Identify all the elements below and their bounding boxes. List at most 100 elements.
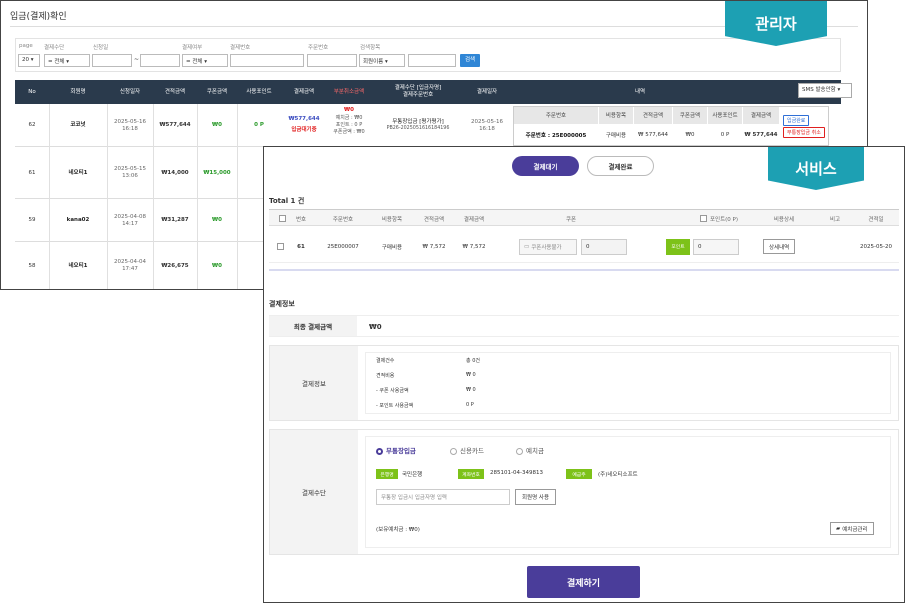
sub-header: 결제금액 xyxy=(743,107,779,124)
holder-tag: 예금주 xyxy=(566,469,592,479)
sub-header: 사용포인트 xyxy=(708,107,742,124)
col-header: 주문번호 xyxy=(332,216,354,223)
used-point: 0 P xyxy=(254,122,264,128)
detail-button[interactable]: 상세내역 xyxy=(763,239,796,254)
section-title: 결제정보 xyxy=(269,300,295,308)
service-table-header: 번호 주문번호 비용항목 견적금액 결제금액 쿠폰 포인트(0 P) 비용상세 … xyxy=(269,209,899,226)
col-header: 내역 xyxy=(634,88,646,95)
coupon-amount: ₩0 xyxy=(212,122,222,128)
col-header: 결제수단 [입금자명] 결제주문번호 xyxy=(394,85,442,98)
info-value: 0 P xyxy=(466,402,474,408)
request-date: 2025-05-16 16:18 xyxy=(114,118,146,132)
ticket-icon: ▭ xyxy=(524,243,530,250)
sub-point: 0 P xyxy=(720,132,730,138)
coupon-value: 0 xyxy=(581,238,627,255)
quote-amount: ₩577,644 xyxy=(159,122,191,128)
depositor-input[interactable]: 무통장 입금시 입금자명 입력 xyxy=(376,489,510,505)
method-deposit-radio[interactable]: 예치금 xyxy=(516,445,544,455)
pay-amount: ₩ 7,572 xyxy=(462,243,486,250)
member-name[interactable]: 네오티1 xyxy=(49,242,107,289)
info-key: - 포인트 사용금액 xyxy=(376,403,414,409)
coupon-amount: ₩0 xyxy=(212,217,222,223)
search-button[interactable]: 검색 xyxy=(460,54,480,67)
row-no: 59 xyxy=(28,217,36,223)
filter-label: 신청일 xyxy=(93,45,109,51)
pay-button[interactable]: 결제하기 xyxy=(527,566,640,598)
bank-name: 국민은행 xyxy=(402,472,423,478)
service-tag: 서비스 xyxy=(768,147,864,190)
col-header: 비용항목 xyxy=(381,216,403,223)
tab-completed[interactable]: 결제완료 xyxy=(587,156,654,176)
filter-label: 주문번호 xyxy=(308,45,329,51)
row-no: 62 xyxy=(28,122,36,128)
sms-select[interactable]: SMS 발송안함 ▾ xyxy=(798,83,852,98)
pay-date: 2025-05-16 16:18 xyxy=(471,118,503,132)
sub-header: 견적금액 xyxy=(634,107,672,124)
select-all-checkbox[interactable] xyxy=(277,210,287,227)
col-header: 비용상세 xyxy=(773,216,795,223)
coupon-select[interactable]: ▭ 쿠폰사용불가 xyxy=(519,238,577,255)
member-name[interactable]: 네오티1 xyxy=(49,147,107,199)
confirm-deposit-button[interactable]: 입금완료 xyxy=(783,115,810,126)
tab-pending[interactable]: 결제대기 xyxy=(512,156,579,176)
method-label: 신용카드 xyxy=(460,447,484,455)
deposit-manage-label: 예치금관리 xyxy=(842,526,868,533)
method-card-radio[interactable]: 신용카드 xyxy=(450,445,484,455)
page-size-select[interactable]: 20 ▾ xyxy=(18,54,40,67)
use-member-name-button[interactable]: 회원명 사용 xyxy=(515,489,557,505)
final-amount-label: 최종 결제금액 xyxy=(269,316,357,336)
info-value: ₩ 0 xyxy=(466,372,476,378)
quote-amount: ₩ 7,572 xyxy=(422,243,446,250)
payment-method-select[interactable]: = 전체 ▾ xyxy=(44,54,90,67)
method-bank-radio[interactable]: 무통장입금 xyxy=(376,445,416,455)
method-label: 예치금 xyxy=(526,447,544,455)
row-no: 58 xyxy=(28,262,36,269)
info-value: 총 0건 xyxy=(466,358,480,364)
account-number: 285101-04-349813 xyxy=(490,470,543,476)
point-checkbox[interactable] xyxy=(699,215,707,222)
final-amount-box: 최종 결제금액 ₩0 xyxy=(269,315,899,337)
search-keyword-input[interactable] xyxy=(408,54,456,67)
info-key: 결제건수 xyxy=(376,358,395,364)
method-label: 무통장입금 xyxy=(386,447,416,455)
row-no: 61 xyxy=(28,169,36,176)
pay-status: 입금대기중 xyxy=(291,127,317,133)
end-date-input[interactable] xyxy=(140,54,180,67)
detail-area: 상세내역 xyxy=(763,230,796,263)
member-name[interactable]: kana02 xyxy=(49,199,107,242)
cancel-detail: 예치금 : ₩0 포인트 : 0 P 쿠폰금액 : ₩0 xyxy=(333,115,365,135)
filter-label: 결제여부 xyxy=(182,45,203,51)
row-checkbox[interactable] xyxy=(277,230,284,263)
search-field-select[interactable]: 회원이름 ▾ xyxy=(359,54,405,67)
cancel-deposit-button[interactable]: 무통장입금 취소 xyxy=(783,127,825,138)
info-value: ₩ 0 xyxy=(466,387,476,393)
col-header: 결제일자 xyxy=(476,88,498,95)
coupon-amount: ₩0 xyxy=(212,262,222,269)
page-title: 입금(결제)확인 xyxy=(10,12,67,22)
col-header: 결제금액 xyxy=(463,216,485,223)
quote-amount: ₩31,287 xyxy=(161,217,189,223)
quote-amount: ₩26,675 xyxy=(161,262,189,269)
cancel-amount: ₩0 xyxy=(344,107,354,113)
payment-info-box: 결제정보 결제건수 총 0건 견적비용 ₩ 0 - 쿠폰 사용금액 ₩ 0 - … xyxy=(269,345,899,421)
point-button[interactable]: 포인트 xyxy=(666,238,690,255)
payment-status-select[interactable]: = 전체 ▾ xyxy=(182,54,228,67)
pay-method: 무통장입금 [평가평가] xyxy=(392,119,444,125)
order-number-input[interactable] xyxy=(307,54,357,67)
service-window: 결제대기 결제완료 서비스 Total 1 건 번호 주문번호 비용항목 견적금… xyxy=(263,146,905,603)
sub-coupon: ₩0 xyxy=(685,132,695,138)
member-name[interactable]: 코코넛 xyxy=(49,104,107,147)
payment-number-input[interactable] xyxy=(230,54,304,67)
coupon-amount: ₩15,000 xyxy=(203,169,231,176)
sub-header: 주문번호 xyxy=(514,107,598,124)
total-count: Total 1 건 xyxy=(269,197,305,205)
sub-pay: ₩ 577,644 xyxy=(744,132,778,138)
point-input[interactable]: 0 xyxy=(693,238,739,255)
service-table-row[interactable]: 61 25E000007 구매비용 ₩ 7,572 ₩ 7,572 ▭ 쿠폰사용불… xyxy=(269,230,899,263)
start-date-input[interactable] xyxy=(92,54,132,67)
coupon-area: ▭ 쿠폰사용불가 0 xyxy=(519,230,627,263)
payment-info-label: 결제정보 xyxy=(270,346,358,420)
sub-item: 구매비용 xyxy=(605,133,627,139)
info-key: - 쿠폰 사용금액 xyxy=(376,388,409,394)
deposit-manage-button[interactable]: ▰ 예치금관리 xyxy=(830,522,874,535)
